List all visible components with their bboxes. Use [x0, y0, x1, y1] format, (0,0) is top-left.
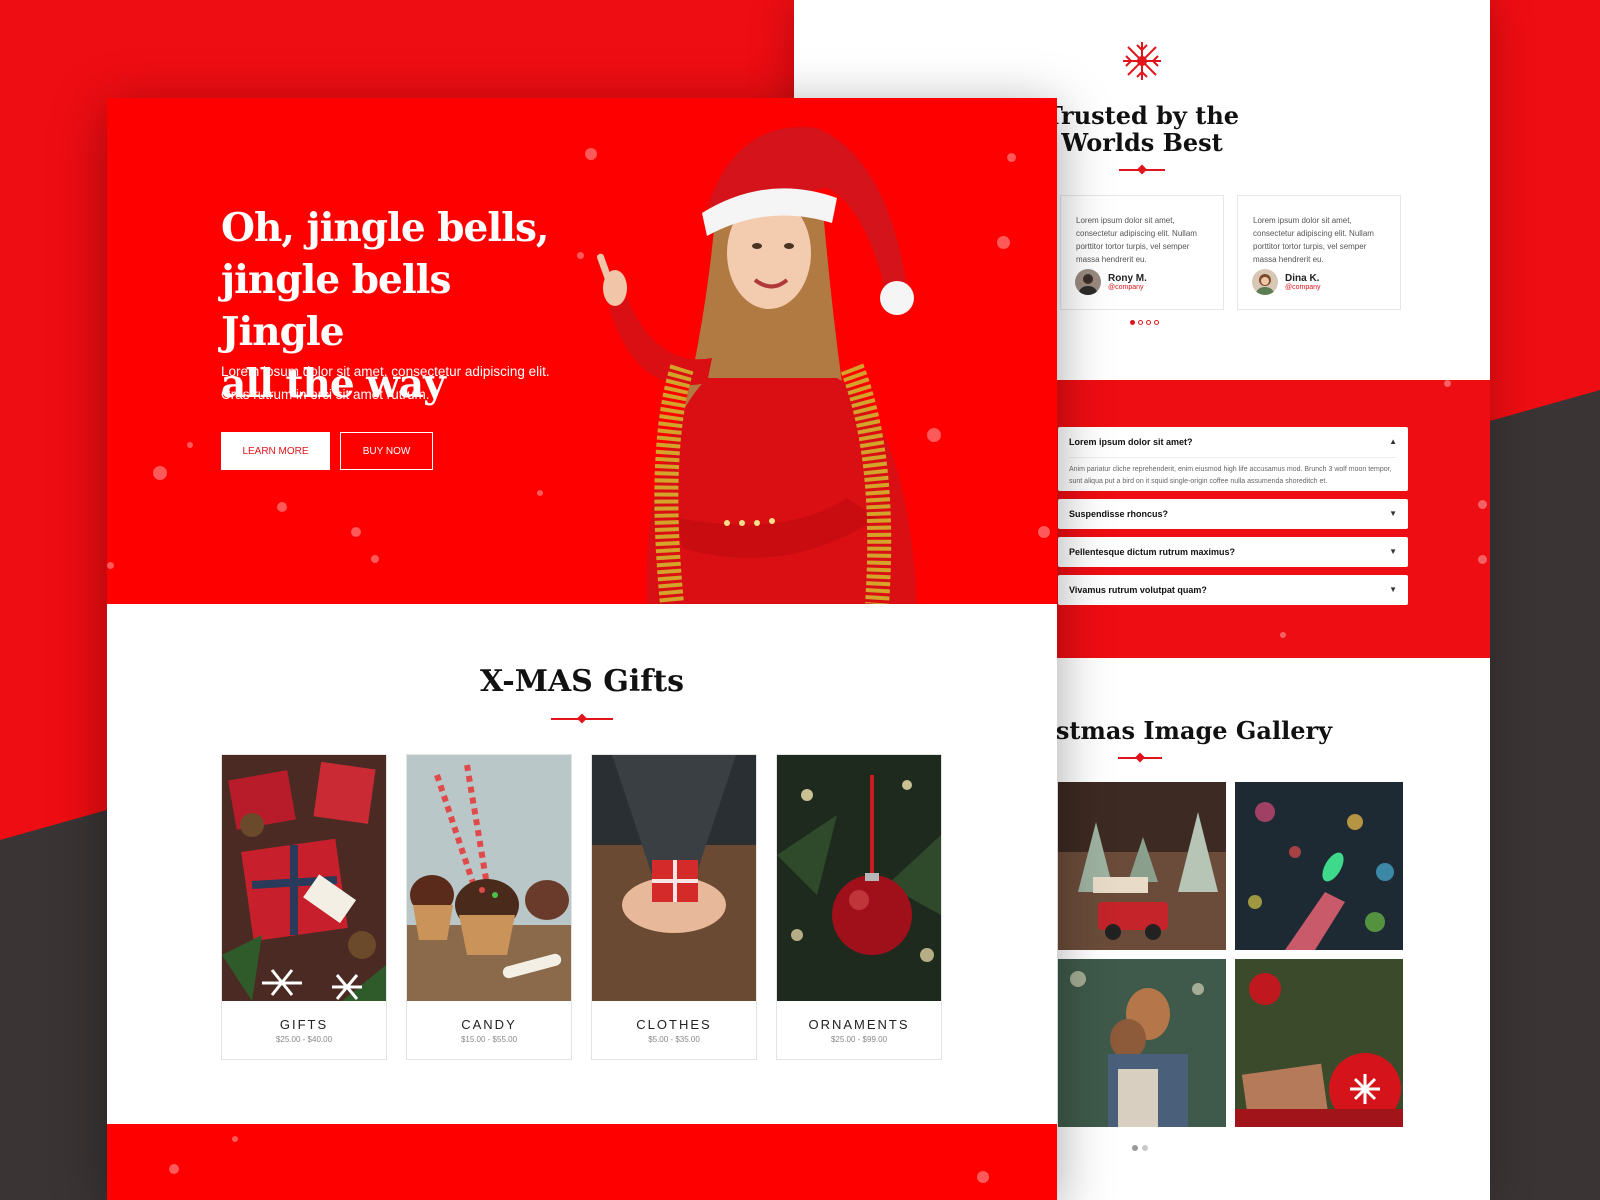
hero-subtitle-line1: Lorem ipsum dolor sit amet, consectetur …: [221, 364, 550, 379]
faq-item[interactable]: Pellentesque dictum rutrum maximus? ▼: [1058, 537, 1408, 567]
faq-question[interactable]: Vivamus rutrum volutpat quam?: [1069, 585, 1207, 595]
snowflake-icon: [1123, 42, 1161, 80]
snow-particle: [277, 502, 287, 512]
faq-question[interactable]: Pellentesque dictum rutrum maximus?: [1069, 547, 1235, 557]
gift-price: $25.00 - $40.00: [275, 1035, 333, 1044]
gallery-image[interactable]: [1058, 959, 1226, 1127]
author-handle[interactable]: @company: [1285, 284, 1321, 291]
gift-image[interactable]: [407, 755, 571, 1001]
pager-dot[interactable]: [1132, 1145, 1138, 1151]
hero-title-line1: Oh, jingle bells,: [221, 205, 550, 251]
testimonial-author: Dina K. @company: [1252, 269, 1321, 295]
testimonial-author: Rony M. @company: [1075, 269, 1147, 295]
gift-price: $15.00 - $55.00: [460, 1035, 518, 1044]
gallery-pager: [1132, 1145, 1148, 1151]
faq-item[interactable]: Vivamus rutrum volutpat quam? ▼: [1058, 575, 1408, 605]
faq-question[interactable]: Suspendisse rhoncus?: [1069, 509, 1168, 519]
snow-particle: [1478, 500, 1487, 509]
testimonial-text: Lorem ipsum dolor sit amet, consectetur …: [1253, 216, 1374, 264]
footer-band: [107, 1124, 1057, 1200]
gifts-title: X-MAS Gifts: [480, 664, 684, 699]
hero-woman-image: [596, 127, 917, 604]
snow-particle: [169, 1164, 179, 1174]
snow-particle: [997, 236, 1010, 249]
gallery-image[interactable]: [1058, 782, 1226, 950]
hero-subtitle-line2: Cras rutrum in orci sit amet rutrum.: [221, 387, 430, 402]
hero-title-line2: jingle bells Jingle: [221, 257, 451, 355]
gift-image[interactable]: [592, 755, 756, 1001]
gift-card-candy[interactable]: CANDY $15.00 - $55.00: [406, 754, 572, 1060]
gift-name[interactable]: CANDY: [407, 1017, 571, 1032]
chevron-down-icon[interactable]: ▼: [1389, 499, 1397, 529]
faq-item-open[interactable]: Lorem ipsum dolor sit amet? ▲ Anim pariat…: [1058, 427, 1408, 491]
snow-particle: [107, 562, 114, 569]
snow-particle: [351, 527, 361, 537]
pager-dot[interactable]: [1142, 1145, 1148, 1151]
gallery-image[interactable]: [1235, 959, 1403, 1127]
testimonial-text: Lorem ipsum dolor sit amet, consectetur …: [1076, 216, 1197, 264]
snow-particle: [371, 555, 379, 563]
faq-answer: Anim pariatur cliche reprehenderit, enim…: [1069, 457, 1397, 488]
section-divider: [1118, 757, 1162, 759]
chevron-up-icon[interactable]: ▲: [1389, 427, 1397, 457]
chevron-down-icon[interactable]: ▼: [1389, 575, 1397, 605]
snow-particle: [1444, 380, 1451, 387]
snow-particle: [1007, 153, 1016, 162]
gift-card-clothes[interactable]: CLOTHES $5.00 - $35.00: [591, 754, 757, 1060]
section-divider: [1119, 169, 1165, 171]
snow-particle: [232, 1136, 238, 1142]
gift-price: $25.00 - $99.00: [830, 1035, 888, 1044]
buy-now-button[interactable]: BUY NOW: [340, 432, 433, 470]
snow-particle: [977, 1171, 989, 1183]
pager-dot[interactable]: [1130, 320, 1135, 325]
pager-dot[interactable]: [1138, 320, 1143, 325]
main-page-preview: Oh, jingle bells, jingle bells Jingle al…: [107, 98, 1057, 1200]
snow-particle: [1478, 555, 1487, 564]
gift-card-ornaments[interactable]: ORNAMENTS $25.00 - $99.00: [776, 754, 942, 1060]
hero-subtitle: Lorem ipsum dolor sit amet, consectetur …: [221, 360, 581, 406]
pager-dot[interactable]: [1154, 320, 1159, 325]
testimonial-card: Lorem ipsum dolor sit amet, consectetur …: [1060, 195, 1224, 310]
avatar: [1252, 269, 1278, 295]
avatar: [1075, 269, 1101, 295]
testimonials-title: Trusted by the Worlds Best: [1026, 102, 1258, 156]
gift-price: $5.00 - $35.00: [648, 1035, 700, 1044]
learn-more-button[interactable]: LEARN MORE: [221, 432, 330, 470]
section-divider: [551, 718, 613, 720]
faq-question[interactable]: Lorem ipsum dolor sit amet?: [1069, 437, 1193, 447]
snow-particle: [187, 442, 193, 448]
snow-particle: [537, 490, 543, 496]
snow-particle: [1038, 526, 1050, 538]
testimonials-title-line2: Worlds Best: [1061, 128, 1223, 157]
gift-image[interactable]: [777, 755, 941, 1001]
chevron-down-icon[interactable]: ▼: [1389, 537, 1397, 567]
hero-section: Oh, jingle bells, jingle bells Jingle al…: [107, 98, 1057, 604]
testimonials-title-line1: Trusted by the: [1044, 101, 1240, 130]
faq-item[interactable]: Suspendisse rhoncus? ▼: [1058, 499, 1408, 529]
gift-image[interactable]: [222, 755, 386, 1001]
pager-dot[interactable]: [1146, 320, 1151, 325]
gallery-image[interactable]: [1235, 782, 1403, 950]
author-handle[interactable]: @company: [1108, 284, 1147, 291]
author-name: Dina K.: [1285, 273, 1320, 284]
snow-particle: [1280, 632, 1286, 638]
testimonial-pager: [1130, 320, 1159, 325]
gift-name[interactable]: GIFTS: [222, 1017, 386, 1032]
gift-name[interactable]: ORNAMENTS: [777, 1017, 941, 1032]
snow-particle: [153, 466, 167, 480]
author-name: Rony M.: [1108, 273, 1147, 284]
gift-name[interactable]: CLOTHES: [592, 1017, 756, 1032]
testimonial-card: Lorem ipsum dolor sit amet, consectetur …: [1237, 195, 1401, 310]
gift-card-gifts[interactable]: GIFTS $25.00 - $40.00: [221, 754, 387, 1060]
